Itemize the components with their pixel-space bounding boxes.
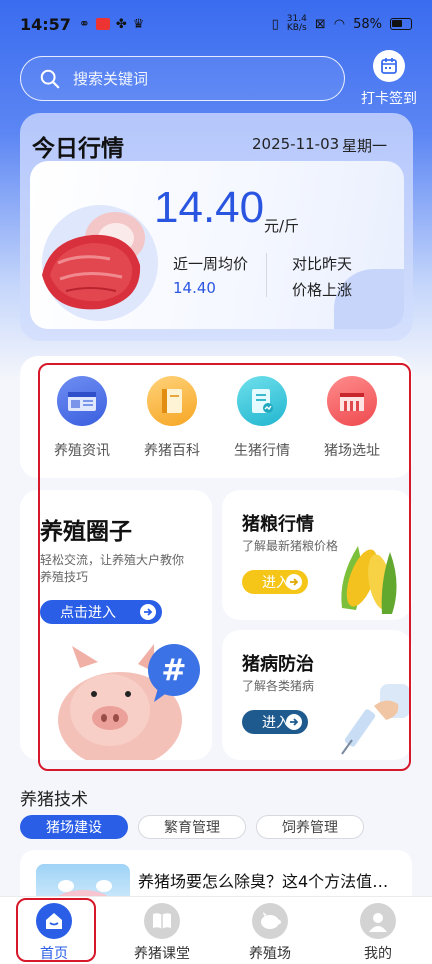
grain-enter-button[interactable]: 进入 [242, 570, 308, 594]
category-label: 养猪百科 [144, 443, 200, 459]
pork-meat-image [42, 205, 158, 321]
price-value: 14.40 [154, 183, 265, 232]
circle-enter-label: 点击进入 [60, 605, 116, 621]
sim-icon: ⊠ [314, 16, 326, 32]
compare-label: 对比昨天 [292, 255, 353, 273]
wifi-icon: ◠ [333, 16, 346, 32]
nav-profile[interactable]: 我的 [338, 903, 418, 963]
divider [266, 253, 267, 297]
compare-value: 价格上涨 [292, 281, 353, 299]
nav-home[interactable]: 首页 [14, 903, 94, 963]
home-icon [36, 903, 72, 939]
market-title: 今日行情 [32, 136, 124, 162]
chart-doc-icon [237, 376, 287, 426]
status-right: ▯ 31.4 KB/s ⊠ ◠ 58% [272, 15, 412, 33]
net-speed: 31.4 KB/s [287, 15, 307, 33]
avg-label: 近一周均价 [173, 255, 249, 273]
nav-farm[interactable]: 养殖场 [230, 903, 310, 963]
status-time: 14:57 [20, 14, 71, 34]
disease-card[interactable]: 猪病防治 了解各类猪病 进入 [222, 630, 412, 760]
vibrate-icon: ▯ [271, 16, 279, 32]
circle-subtitle: 轻松交流，让养殖大户教你养殖技巧 [40, 553, 185, 584]
arrow-right-icon [140, 604, 156, 620]
class-book-icon [144, 903, 180, 939]
tab-farm-construction[interactable]: 猪场建设 [20, 815, 128, 839]
disease-title: 猪病防治 [242, 654, 314, 675]
market-card[interactable]: 今日行情 2025-11-03 星期一 14.40 元/斤 近一周均价 14.4… [20, 113, 413, 341]
search-icon [40, 69, 60, 88]
net-speed-unit: KB/s [286, 23, 307, 33]
notification-icons: ⚭ ✤ ♛ [79, 17, 144, 32]
pig-icon [252, 903, 288, 939]
corn-image [341, 546, 397, 614]
disease-enter-button[interactable]: 进入 [242, 710, 308, 734]
market-weekday: 星期一 [342, 137, 388, 155]
category-row: 养殖资讯 养猪百科 生猪行情 猪场选址 [20, 356, 412, 478]
pinwheel-icon: ✤ [115, 16, 127, 32]
crown-icon: ♛ [132, 16, 145, 32]
battery-percent: 58% [353, 16, 382, 32]
tech-section-title: 养猪技术 [20, 790, 88, 810]
app-notification-icon [95, 18, 110, 30]
circle-title: 养殖圈子 [40, 519, 132, 545]
category-farm-site[interactable]: 猪场选址 [312, 376, 392, 460]
disease-subtitle: 了解各类猪病 [242, 679, 315, 693]
svg-text:#: # [161, 653, 186, 688]
book-icon [147, 376, 197, 426]
circle-card[interactable]: 养殖圈子 轻松交流，让养殖大户教你养殖技巧 点击进入 # [20, 490, 212, 760]
arrow-right-icon [286, 714, 302, 730]
grain-card[interactable]: 猪粮行情 了解最新猪粮价格 进入 [222, 490, 412, 620]
category-label: 养殖资讯 [54, 443, 110, 459]
category-label: 生猪行情 [234, 443, 290, 459]
search-placeholder: 搜索关键词 [73, 70, 149, 88]
tab-breeding-management[interactable]: 繁育管理 [138, 815, 246, 839]
market-date: 2025-11-03 [252, 135, 340, 153]
battery-icon [390, 18, 412, 30]
checkin-button[interactable]: 打卡签到 [356, 50, 422, 108]
circle-enter-button[interactable]: 点击进入 [40, 600, 162, 624]
arrow-right-icon [286, 574, 302, 590]
tab-label: 饲养管理 [282, 820, 338, 836]
tab-label: 猪场建设 [46, 820, 102, 836]
nav-classroom[interactable]: 养猪课堂 [122, 903, 202, 963]
tab-feeding-management[interactable]: 饲养管理 [256, 815, 364, 839]
farm-icon [327, 376, 377, 426]
category-news[interactable]: 养殖资讯 [42, 376, 122, 460]
status-bar: 14:57 ⚭ ✤ ♛ ▯ 31.4 KB/s ⊠ ◠ 58% [0, 0, 432, 48]
nav-label: 首页 [40, 946, 68, 962]
avg-value: 14.40 [173, 279, 216, 297]
category-hog-market[interactable]: 生猪行情 [222, 376, 302, 460]
category-label: 猪场选址 [324, 443, 380, 459]
link-icon: ⚭ [78, 16, 90, 32]
price-unit: 元/斤 [264, 217, 300, 235]
nav-label: 我的 [364, 946, 392, 962]
grain-subtitle: 了解最新猪粮价格 [242, 539, 339, 553]
nav-label: 养猪课堂 [134, 946, 190, 962]
grain-title: 猪粮行情 [242, 514, 314, 535]
calendar-icon [373, 50, 405, 82]
news-icon [57, 376, 107, 426]
checkin-label: 打卡签到 [361, 91, 417, 107]
search-input[interactable]: 搜索关键词 [20, 56, 345, 101]
category-encyclopedia[interactable]: 养猪百科 [132, 376, 212, 460]
article-title: 养猪场要怎么除臭？这4个方法值得一试 [138, 872, 402, 891]
syringe-image [341, 684, 410, 755]
profile-icon [360, 903, 396, 939]
tab-label: 繁育管理 [164, 820, 220, 836]
pig-image: # [58, 644, 200, 760]
nav-label: 养殖场 [249, 946, 291, 962]
price-panel: 14.40 元/斤 近一周均价 14.40 对比昨天 价格上涨 [30, 161, 404, 329]
bottom-nav: 首页 养猪课堂 养殖场 我的 [0, 896, 432, 964]
